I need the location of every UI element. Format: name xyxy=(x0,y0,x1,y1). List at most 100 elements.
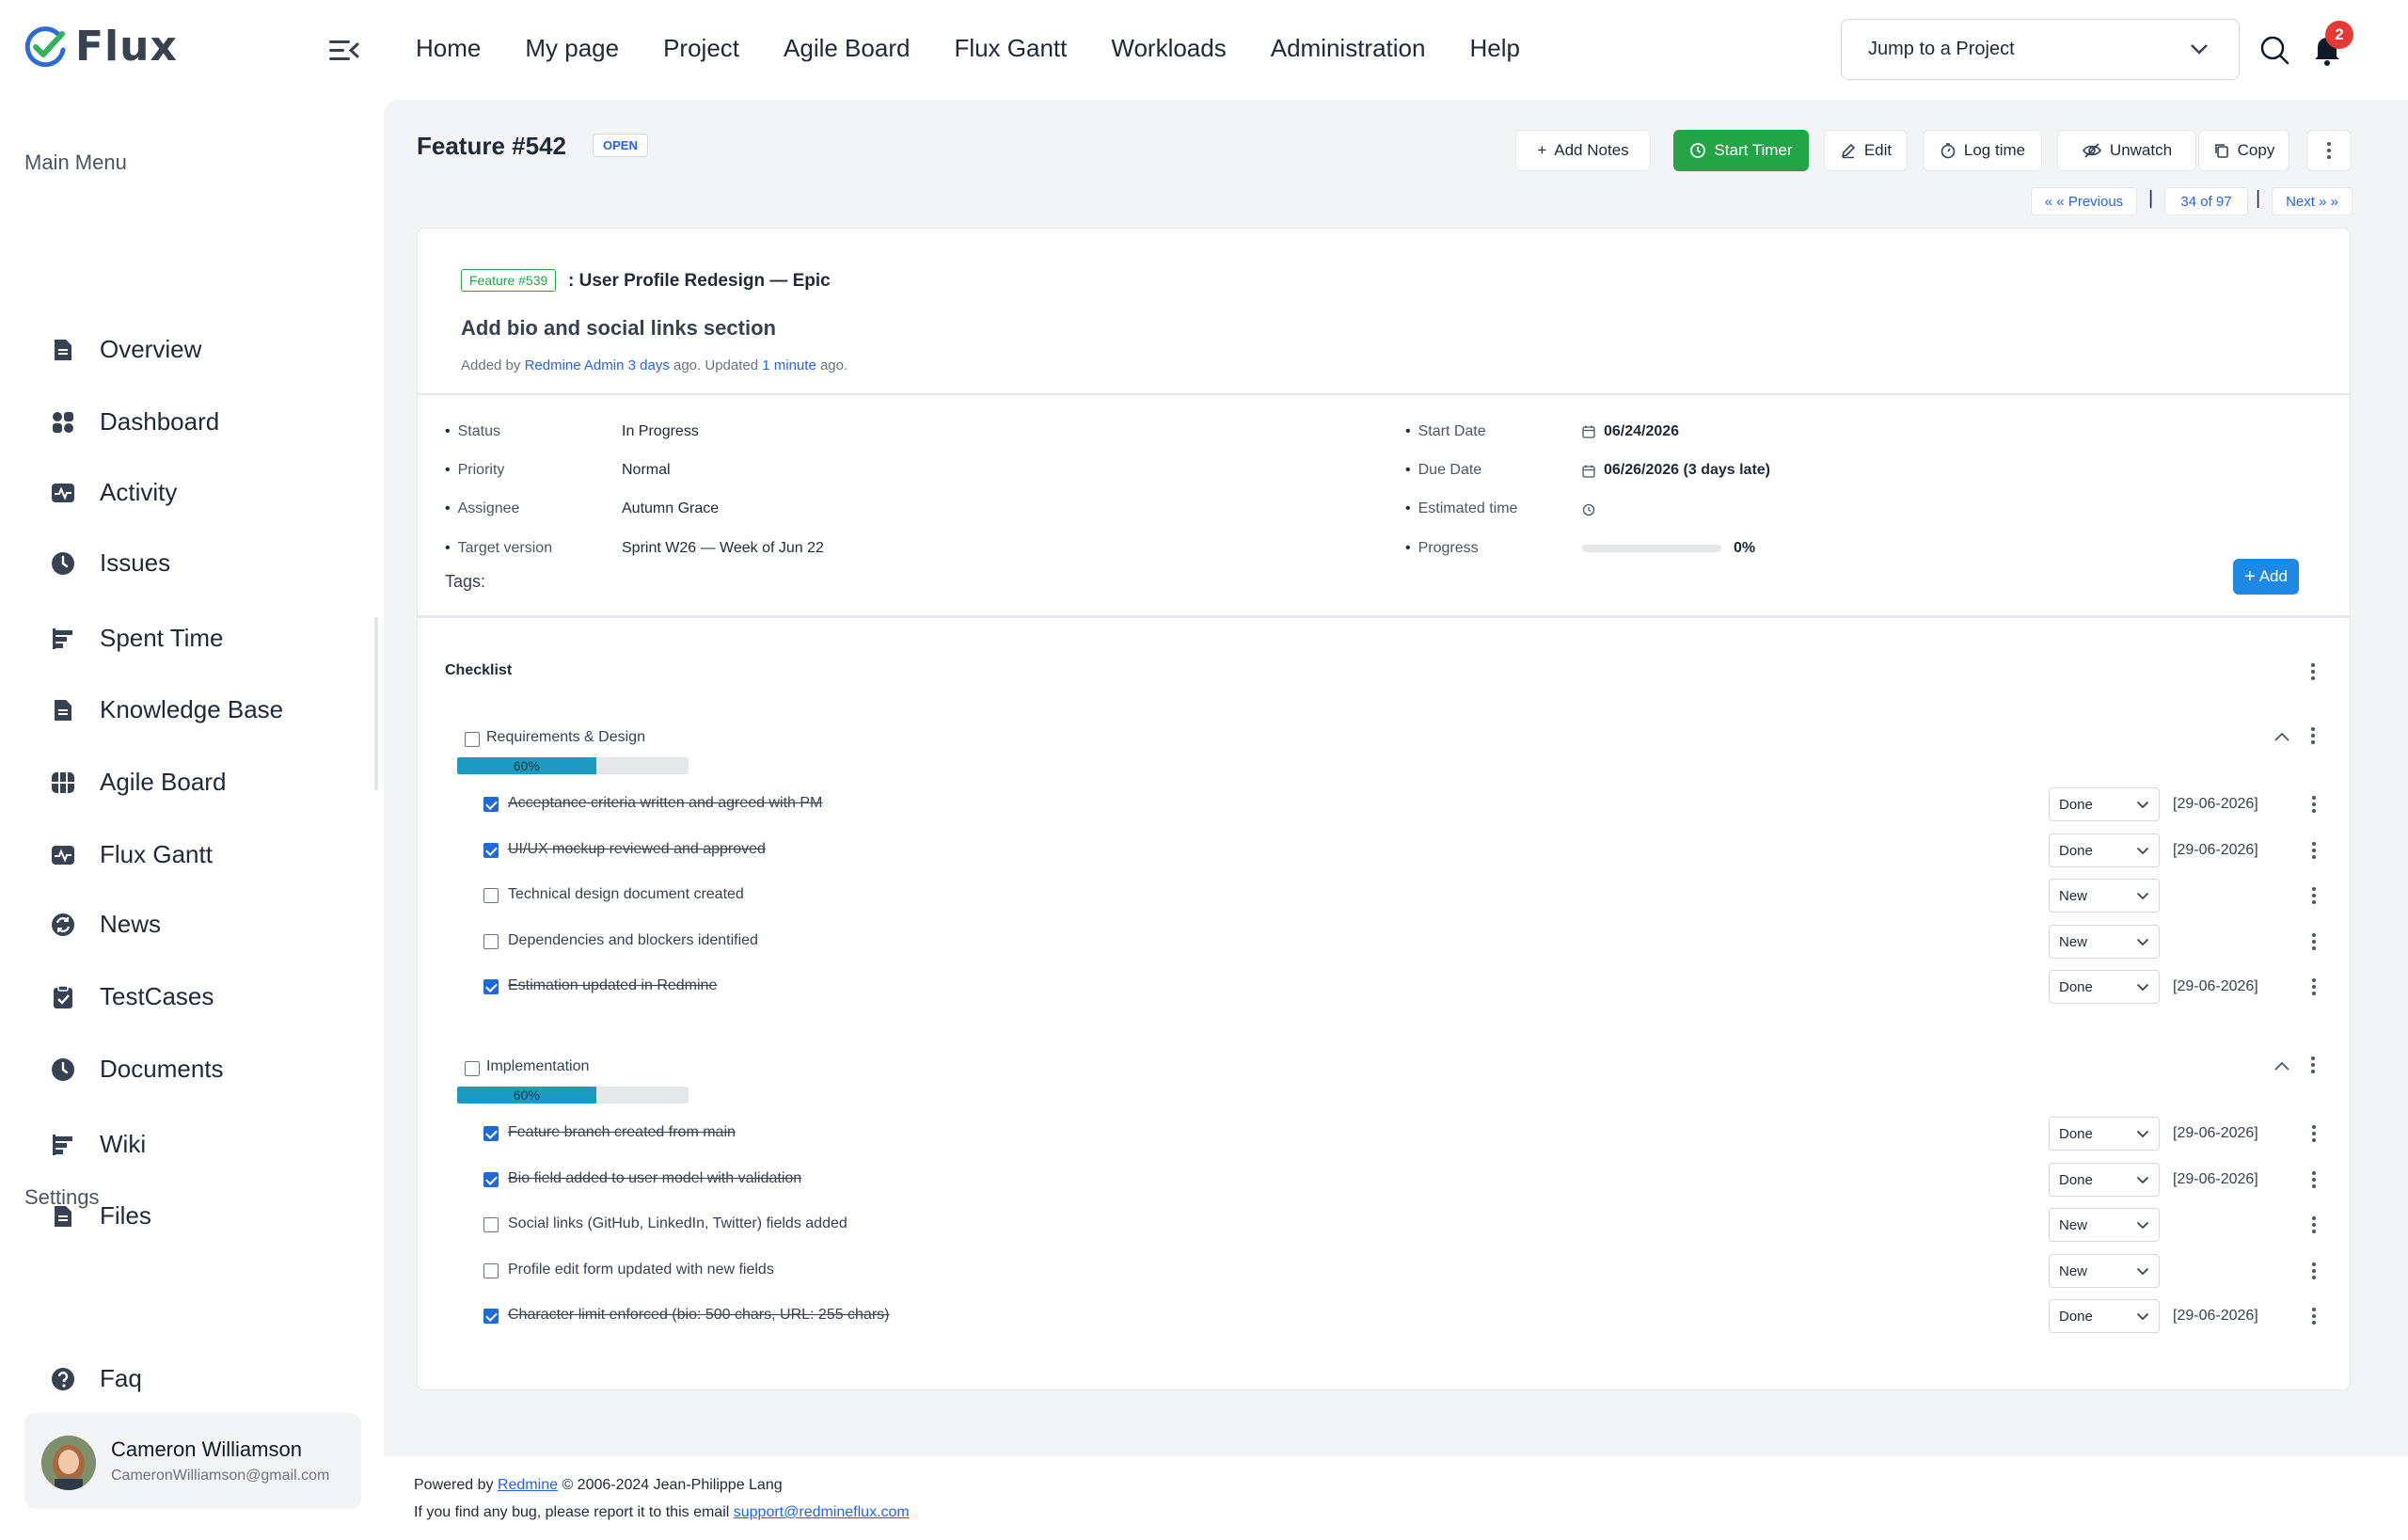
item-text: Feature branch created from main xyxy=(508,1124,736,1140)
item-completed-date: [29-06-2026] xyxy=(2173,1125,2258,1141)
group-progress-bar: 60% xyxy=(457,757,689,774)
group-menu-icon[interactable] xyxy=(2310,724,2316,747)
support-email-link[interactable]: support@redmineflux.com xyxy=(734,1504,910,1520)
item-checkbox[interactable] xyxy=(483,842,499,858)
add-tag-button[interactable]: + Add xyxy=(2233,559,2299,595)
sidebar-item-label: Spent Time xyxy=(100,624,224,652)
item-menu-icon[interactable] xyxy=(2311,884,2317,907)
more-actions-button[interactable] xyxy=(2306,130,2352,171)
sidebar-item-activity[interactable]: Activity xyxy=(49,478,177,507)
item-checkbox[interactable] xyxy=(483,1217,499,1233)
item-menu-icon[interactable] xyxy=(2311,976,2317,998)
add-notes-button[interactable]: + Add Notes xyxy=(1515,130,1651,171)
nav-administration[interactable]: Administration xyxy=(1271,34,1426,63)
previous-link[interactable]: « « Previous xyxy=(2031,187,2137,215)
item-status-select[interactable]: Done xyxy=(2049,1299,2160,1334)
item-menu-icon[interactable] xyxy=(2311,793,2317,816)
nav-flux-gantt[interactable]: Flux Gantt xyxy=(954,34,1067,63)
item-status-select[interactable]: Done xyxy=(2049,787,2160,821)
item-checkbox[interactable] xyxy=(483,1309,499,1325)
group-checkbox[interactable] xyxy=(465,1061,480,1076)
item-status-select[interactable]: Done xyxy=(2049,833,2160,867)
sidebar-item-documents[interactable]: Documents xyxy=(49,1055,224,1084)
start-timer-button[interactable]: Start Timer xyxy=(1673,130,1809,171)
item-status-select[interactable]: Done xyxy=(2049,1162,2160,1197)
item-text: UI/UX mockup reviewed and approved xyxy=(508,840,766,857)
checklist-title: Checklist xyxy=(445,662,513,678)
sidebar-item-faq[interactable]: Faq xyxy=(49,1364,142,1393)
calendar-icon xyxy=(1582,465,1595,478)
item-menu-icon[interactable] xyxy=(2311,1214,2317,1236)
item-checkbox[interactable] xyxy=(483,933,499,949)
user-profile-card[interactable]: Cameron Williamson CameronWilliamson@gma… xyxy=(24,1413,361,1509)
sidebar-scrollbar[interactable] xyxy=(374,617,378,790)
item-status-select[interactable]: New xyxy=(2049,879,2160,913)
item-menu-icon[interactable] xyxy=(2311,839,2317,862)
unwatch-button[interactable]: Unwatch xyxy=(2057,130,2196,171)
item-menu-icon[interactable] xyxy=(2311,1305,2317,1327)
created-link[interactable]: 3 days xyxy=(628,357,670,373)
sidebar-item-agile-board[interactable]: Agile Board xyxy=(49,768,226,797)
sidebar-item-knowledge-base[interactable]: Knowledge Base xyxy=(49,695,283,724)
item-status-value: Done xyxy=(2059,1171,2093,1188)
updated-link[interactable]: 1 minute xyxy=(762,357,816,373)
author-link[interactable]: Redmine Admin xyxy=(525,357,625,373)
start-date-label: Start Date xyxy=(1405,423,1486,440)
added-by-line: Added by Redmine Admin 3 days ago. Updat… xyxy=(461,357,848,373)
search-icon[interactable] xyxy=(2259,35,2289,65)
app-logo[interactable]: Flux xyxy=(24,23,178,71)
sidebar-item-dashboard[interactable]: Dashboard xyxy=(49,407,219,437)
sidebar-item-overview[interactable]: Overview xyxy=(49,335,201,364)
redmine-link[interactable]: Redmine xyxy=(498,1477,558,1493)
menu-collapse-icon[interactable] xyxy=(327,36,359,64)
chevron-up-icon[interactable] xyxy=(2273,730,2290,747)
group-menu-icon[interactable] xyxy=(2310,1054,2316,1076)
sidebar-item-issues[interactable]: Issues xyxy=(49,548,170,578)
log-time-button[interactable]: Log time xyxy=(1923,130,2042,171)
kebab-icon xyxy=(2326,139,2332,162)
item-checkbox[interactable] xyxy=(483,979,499,995)
checklist-menu-icon[interactable] xyxy=(2310,660,2316,683)
item-status-select[interactable]: New xyxy=(2049,1208,2160,1243)
sidebar-item-news[interactable]: News xyxy=(49,910,161,939)
sidebar-item-flux-gantt[interactable]: Flux Gantt xyxy=(49,840,213,869)
item-menu-icon[interactable] xyxy=(2311,1168,2317,1191)
item-status-select[interactable]: Done xyxy=(2049,970,2160,1005)
nav-help[interactable]: Help xyxy=(1469,34,1519,63)
item-status-select[interactable]: Done xyxy=(2049,1117,2160,1151)
item-completed-date: [29-06-2026] xyxy=(2173,841,2258,858)
group-progress-bar: 60% xyxy=(457,1087,689,1103)
item-completed-date: [29-06-2026] xyxy=(2173,1308,2258,1325)
nav-workloads[interactable]: Workloads xyxy=(1111,34,1226,63)
item-status-select[interactable]: New xyxy=(2049,924,2160,959)
copy-button[interactable]: Copy xyxy=(2198,130,2289,171)
sidebar-item-wiki[interactable]: Wiki xyxy=(49,1130,146,1159)
item-checkbox[interactable] xyxy=(483,1262,499,1278)
item-menu-icon[interactable] xyxy=(2311,1260,2317,1282)
item-checkbox[interactable] xyxy=(483,797,499,812)
item-status-select[interactable]: New xyxy=(2049,1253,2160,1288)
group-checkbox[interactable] xyxy=(465,732,480,747)
item-checkbox[interactable] xyxy=(483,1126,499,1141)
nav-home[interactable]: Home xyxy=(416,34,481,63)
item-checkbox[interactable] xyxy=(483,1171,499,1187)
item-menu-icon[interactable] xyxy=(2311,930,2317,953)
nav-my-page[interactable]: My page xyxy=(525,34,619,63)
item-text: Dependencies and blockers identified xyxy=(508,931,758,948)
item-checkbox[interactable] xyxy=(483,888,499,904)
sidebar-item-testcases[interactable]: TestCases xyxy=(49,982,214,1011)
plus-icon: + xyxy=(2244,565,2256,587)
jump-to-project-select[interactable]: Jump to a Project xyxy=(1841,19,2240,80)
next-link[interactable]: Next » » xyxy=(2272,187,2353,215)
sidebar-item-spent-time[interactable]: Spent Time xyxy=(49,624,224,653)
sidebar-item-label: Knowledge Base xyxy=(100,695,284,723)
pager-separator: | xyxy=(2256,188,2261,209)
item-menu-icon[interactable] xyxy=(2311,1122,2317,1145)
nav-project[interactable]: Project xyxy=(663,34,739,63)
item-status-value: New xyxy=(2059,888,2088,905)
parent-issue-link[interactable]: Feature #539 xyxy=(461,269,557,292)
nav-agile-board[interactable]: Agile Board xyxy=(784,34,910,63)
edit-button[interactable]: Edit xyxy=(1824,130,1908,171)
item-text: Profile edit form updated with new field… xyxy=(508,1261,774,1278)
chevron-up-icon[interactable] xyxy=(2273,1059,2290,1076)
